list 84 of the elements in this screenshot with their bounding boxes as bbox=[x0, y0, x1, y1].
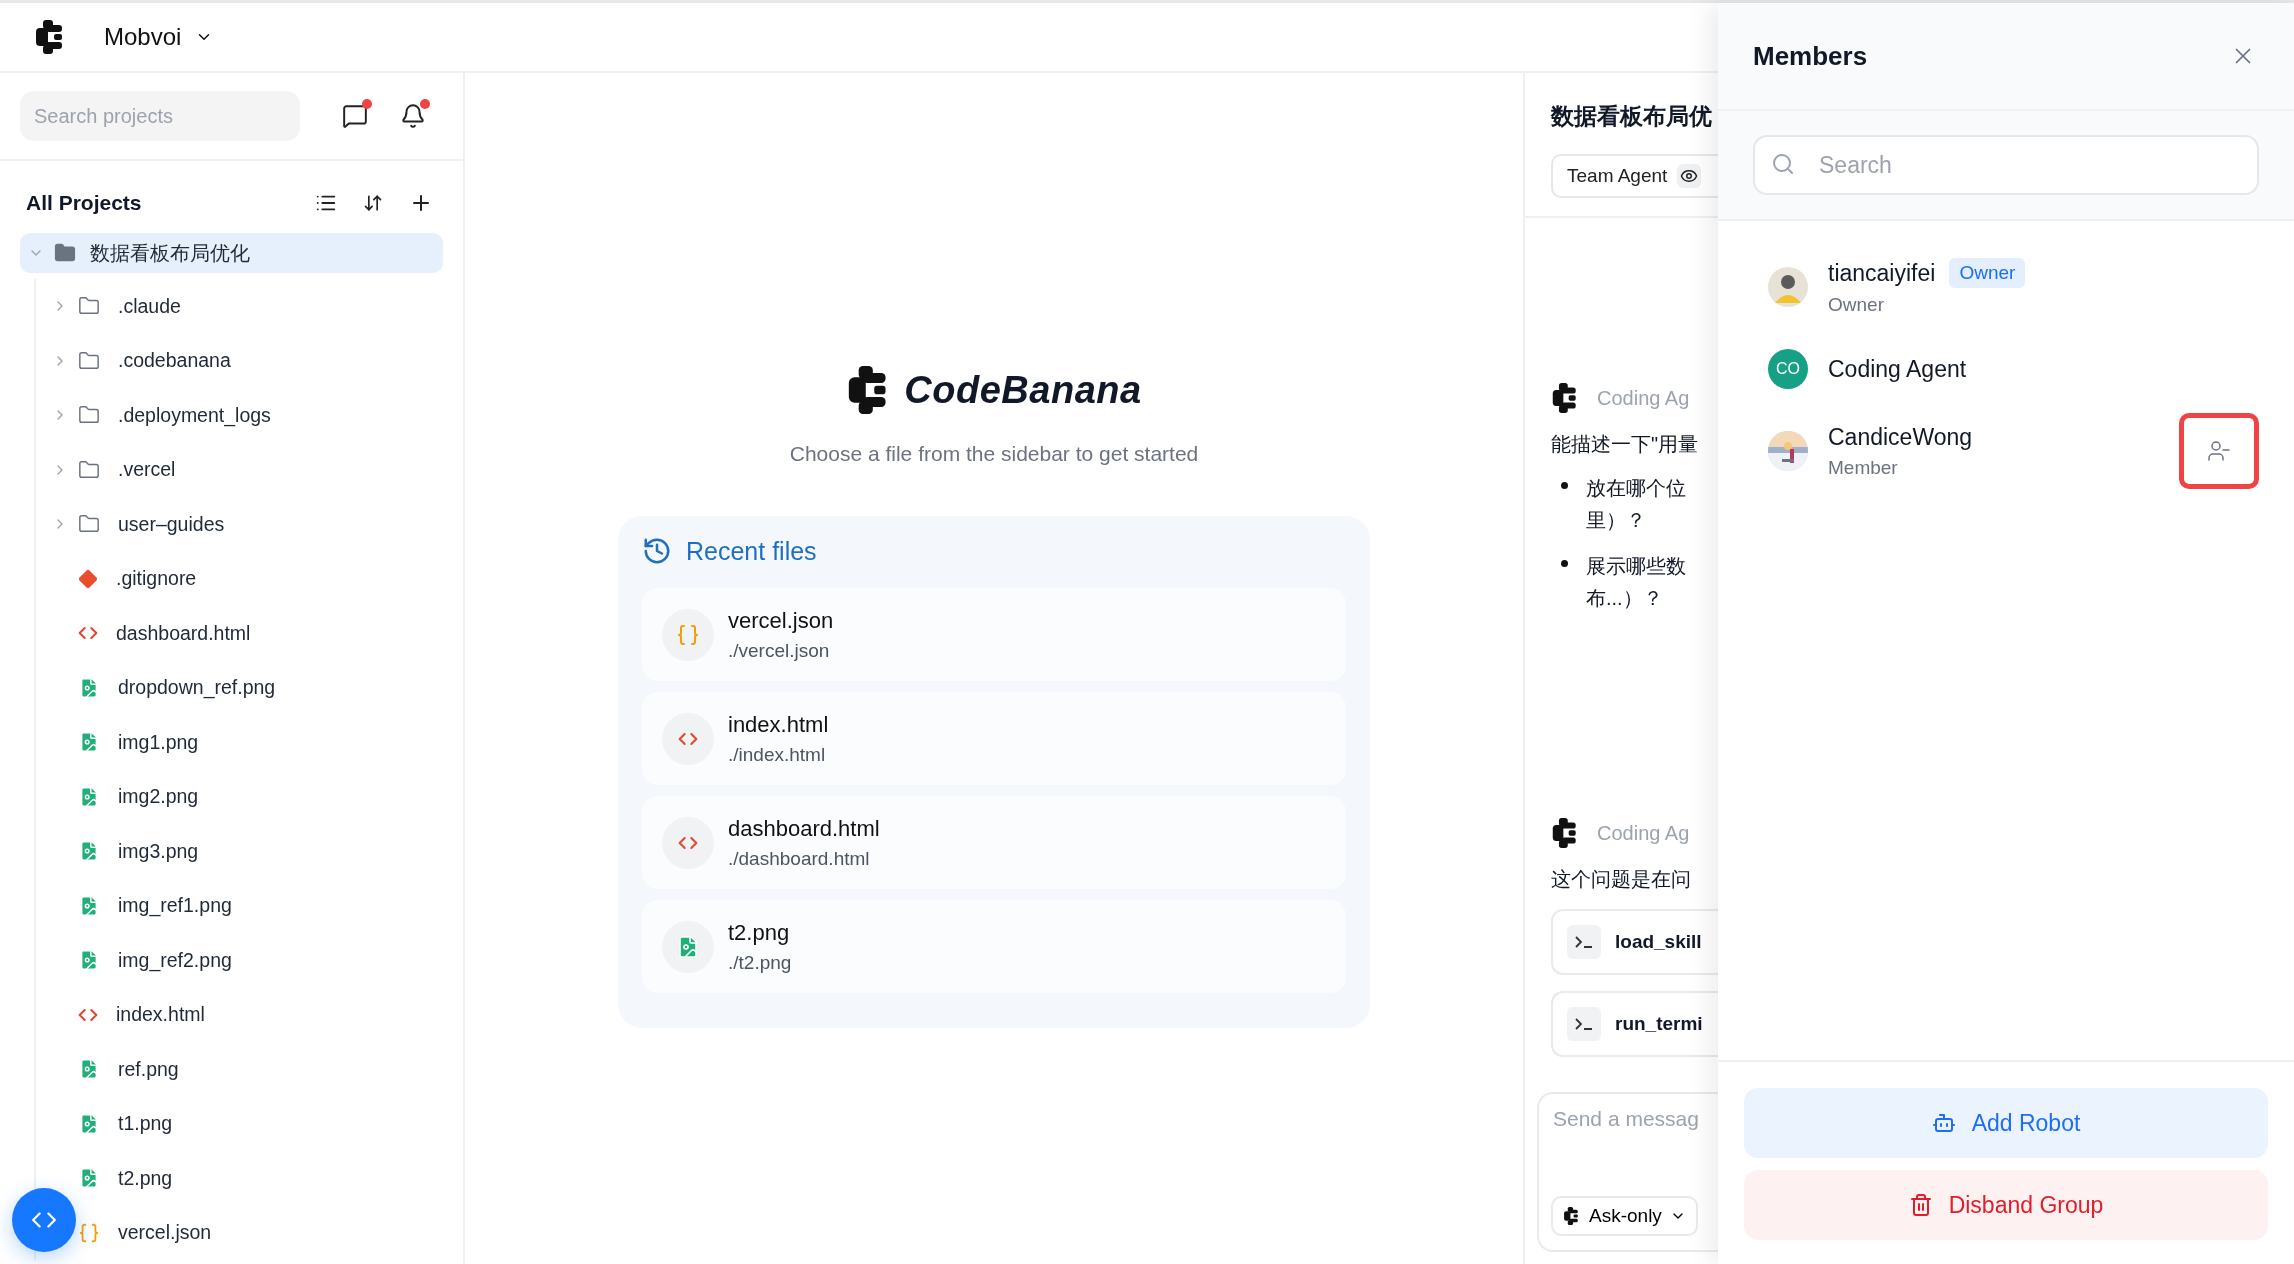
disband-button[interactable]: Disband Group bbox=[1744, 1170, 2268, 1240]
sender-name: Coding Ag bbox=[1597, 386, 1690, 410]
file-tree-item[interactable]: .codebanana bbox=[78, 349, 231, 373]
robot-icon bbox=[1931, 1111, 1956, 1135]
recent-file-item[interactable]: index.html ./index.html bbox=[642, 692, 1346, 785]
file-tree-item[interactable]: dropdown_ref.png bbox=[78, 676, 276, 700]
history-icon bbox=[642, 536, 672, 566]
subtitle: Choose a file from the sidebar to get started bbox=[789, 442, 1199, 466]
member-search-field[interactable]: Search bbox=[1753, 135, 2259, 195]
folder-icon bbox=[78, 349, 100, 372]
file-tree-item[interactable]: img3.png bbox=[78, 839, 199, 863]
file-path: ./index.html bbox=[728, 743, 827, 766]
member-name: tiancaiyifei bbox=[1828, 259, 1936, 287]
team-agent-tag[interactable]: Team Agent bbox=[1551, 154, 1718, 198]
bullet-text: 放在哪个位 里）？ bbox=[1586, 476, 1686, 533]
bullet-dot bbox=[1561, 482, 1568, 489]
braces-icon bbox=[78, 1221, 100, 1244]
file-tree-item[interactable]: img2.png bbox=[78, 785, 199, 809]
file-tree-item[interactable]: t2.png bbox=[78, 1166, 173, 1190]
member-role: Owner bbox=[1828, 294, 1885, 316]
file-path: ./t2.png bbox=[728, 951, 792, 974]
avatar: CO bbox=[1768, 349, 1808, 389]
panel-title: Members bbox=[1753, 40, 1868, 72]
file-name: t2.png bbox=[728, 919, 791, 946]
member-name: CandiceWong bbox=[1828, 423, 1973, 451]
file-tree-item[interactable]: img_ref2.png bbox=[78, 948, 232, 972]
file-tree-item[interactable]: .deployment_logs bbox=[78, 403, 271, 427]
message-text: 能描述一下"用量 bbox=[1551, 432, 1700, 457]
member-name: Coding Agent bbox=[1828, 355, 1967, 383]
file-tree-item[interactable]: t1.png bbox=[78, 1112, 173, 1136]
recent-file-item[interactable]: dashboard.html ./dashboard.html bbox=[642, 796, 1346, 889]
trash-icon bbox=[1908, 1193, 1933, 1217]
sort-icon bbox=[363, 193, 383, 213]
image-file-icon bbox=[676, 934, 700, 959]
role-badge: Owner bbox=[1949, 258, 2026, 288]
file-tree-item[interactable]: vercel.json bbox=[78, 1221, 212, 1245]
project-item[interactable]: 数据看板布局优化 bbox=[20, 233, 443, 273]
file-tree-item[interactable]: user–guides bbox=[78, 512, 225, 536]
agent-logo-icon bbox=[1563, 1207, 1581, 1225]
file-tree-item[interactable]: .gitignore bbox=[78, 567, 197, 591]
organization-switcher[interactable]: Mobvoi bbox=[104, 19, 214, 55]
mode-select[interactable]: Ask-only bbox=[1551, 1196, 1698, 1236]
file-tree-item[interactable]: img1.png bbox=[78, 730, 199, 754]
unread-dot bbox=[420, 99, 430, 109]
bullet-dot bbox=[1561, 560, 1568, 567]
terminal-icon bbox=[1567, 925, 1601, 959]
file-tree-item[interactable]: index.html bbox=[78, 1003, 205, 1027]
file-tree-item[interactable]: .vercel bbox=[78, 458, 176, 482]
file-path: ./vercel.json bbox=[728, 639, 831, 662]
file-name: dashboard.html bbox=[728, 815, 880, 842]
sender-name: Coding Ag bbox=[1597, 821, 1690, 845]
folder-icon bbox=[54, 242, 76, 264]
file-tree-item[interactable]: img_ref1.png bbox=[78, 894, 232, 918]
avatar bbox=[1768, 267, 1808, 307]
terminal-icon bbox=[1567, 1007, 1601, 1041]
file-path: ./dashboard.html bbox=[728, 847, 871, 870]
eye-icon bbox=[1680, 167, 1699, 185]
bell-icon bbox=[400, 103, 426, 129]
search-field[interactable]: Search projects bbox=[20, 91, 300, 141]
brand-name: CodeBanana bbox=[904, 368, 1142, 412]
chat-bubble-icon bbox=[342, 103, 368, 129]
tool-call-row[interactable]: run_termi bbox=[1551, 991, 1718, 1057]
search-icon bbox=[1771, 152, 1795, 176]
message-text: 这个问题是在问 bbox=[1551, 867, 1692, 892]
file-tree-item[interactable]: .claude bbox=[78, 294, 181, 318]
braces-icon bbox=[676, 622, 700, 647]
recent-file-item[interactable]: t2.png ./t2.png bbox=[642, 900, 1346, 993]
section-title: All Projects bbox=[26, 191, 143, 215]
card-title: Recent files bbox=[686, 536, 817, 566]
message-input[interactable]: Send a messag Ask-only bbox=[1537, 1092, 1718, 1252]
tool-call-row[interactable]: load_skill bbox=[1551, 909, 1718, 975]
member-role: Member bbox=[1828, 456, 1899, 479]
bullet-text: 展示哪些数 布...）？ bbox=[1586, 554, 1686, 611]
code-button[interactable] bbox=[12, 1188, 76, 1252]
unread-dot bbox=[362, 99, 372, 109]
recent-file-item[interactable]: vercel.json ./vercel.json bbox=[642, 588, 1346, 681]
file-name: vercel.json bbox=[728, 607, 834, 634]
user-minus-icon bbox=[2207, 439, 2231, 463]
folder-icon bbox=[78, 458, 100, 481]
file-name: index.html bbox=[728, 711, 829, 738]
file-tree-item[interactable]: dashboard.html bbox=[78, 621, 251, 645]
file-tree-item[interactable]: ref.png bbox=[78, 1057, 179, 1081]
chat-title: 数据看板布局优 bbox=[1549, 102, 1713, 131]
add-robot-button[interactable]: Add Robot bbox=[1744, 1088, 2268, 1158]
